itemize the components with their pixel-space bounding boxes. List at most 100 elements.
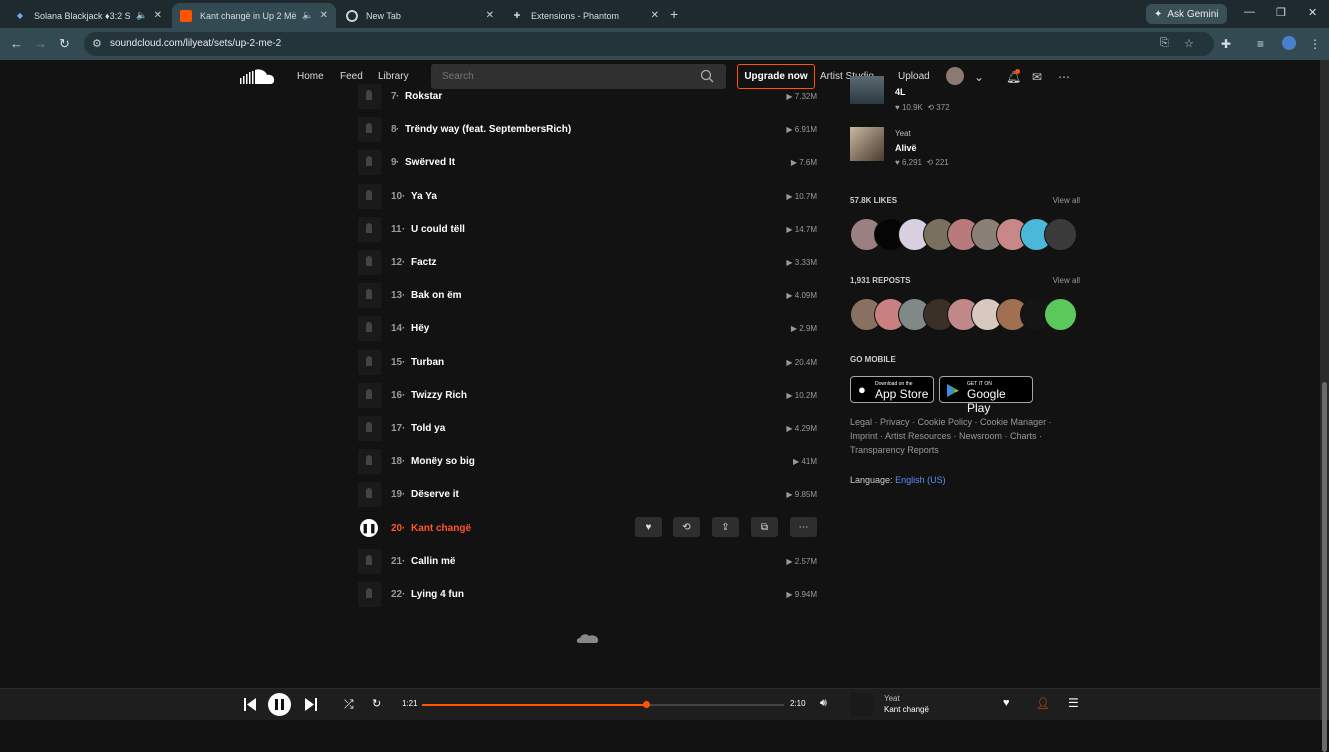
shuffle-icon[interactable]: ⤮ [344, 697, 354, 712]
more-options-icon[interactable]: ⋯ [790, 517, 817, 537]
track-artwork[interactable] [358, 482, 381, 507]
track-row[interactable]: 22 Lying 4 fun · ▶ 9.94M [355, 580, 820, 610]
close-icon[interactable]: ✕ [154, 10, 162, 21]
pause-button[interactable] [268, 693, 291, 716]
track-title[interactable]: Trëndy way (feat. SeptembersRich) [405, 124, 571, 135]
share-icon[interactable]: ⇪ [712, 517, 739, 537]
track-title[interactable]: Rokstar [405, 91, 442, 102]
site-info-icon[interactable]: ⚙ [92, 37, 102, 50]
progress-knob[interactable] [643, 701, 651, 708]
track-artwork[interactable] [358, 117, 381, 142]
track-row[interactable]: 16 Twizzy Rich · ▶ 10.2M [355, 381, 820, 411]
track-artwork[interactable] [358, 250, 381, 275]
soundcloud-logo[interactable] [240, 68, 276, 86]
track-row[interactable]: 21 Callin më · ▶ 2.57M [355, 547, 820, 577]
copy-link-icon[interactable]: ⧉ [751, 517, 778, 537]
track-row[interactable]: 7 Rokstar · ▶ 7.32M [355, 82, 820, 112]
track-artwork[interactable] [358, 383, 381, 408]
track-title[interactable]: Ya Ya [411, 191, 437, 202]
media-control-icon[interactable]: ≡ [1257, 37, 1264, 51]
track-row[interactable]: 15 Turban · ▶ 20.4M [355, 348, 820, 378]
messages-icon[interactable]: ✉ [1032, 70, 1042, 84]
browser-tab[interactable]: ◆ Solana Blackjack ♦3:2 SOL 🔈 ✕ [6, 3, 170, 28]
track-row[interactable]: 13 Bak on ëm · ▶ 4.09M [355, 281, 820, 311]
repost-icon[interactable]: ⟲ [673, 517, 700, 537]
chevron-down-icon[interactable]: ⌄ [974, 70, 984, 84]
track-artwork[interactable] [358, 84, 381, 109]
track-row[interactable]: 8 Trëndy way (feat. SeptembersRich) · ▶ 6.9… [355, 115, 820, 145]
track-title[interactable]: Factz [411, 257, 437, 268]
track-row[interactable]: 17 Told ya · ▶ 4.29M [355, 414, 820, 444]
track-artwork[interactable] [358, 217, 381, 242]
track-title[interactable]: Dëserve it [411, 489, 459, 500]
pause-icon[interactable]: ❚❚ [360, 519, 378, 537]
reposts-section-title[interactable]: 1,931 REPOSTS [850, 276, 910, 285]
track-title[interactable]: Told ya [411, 423, 445, 434]
profile-avatar[interactable] [1282, 36, 1296, 50]
track-row[interactable]: 9 Swërved It · ▶ 7.6M [355, 148, 820, 178]
track-title[interactable]: Lying 4 fun [411, 589, 464, 600]
url-text[interactable]: soundcloud.com/lilyeat/sets/up-2-me-2 [110, 38, 281, 49]
track-row-playing[interactable]: ❚❚ 20 Kant changë · ♥ ⟲ ⇪ ⧉ ⋯ [355, 514, 820, 544]
track-artwork[interactable] [358, 449, 381, 474]
likes-section-title[interactable]: 57.8K LIKES [850, 196, 897, 205]
back-icon[interactable]: ← [10, 36, 23, 51]
reload-icon[interactable]: ↻ [59, 36, 70, 52]
track-row[interactable]: 12 Factz · ▶ 3.33M [355, 248, 820, 278]
track-row[interactable]: 11 U could tëll · ▶ 14.7M [355, 215, 820, 245]
close-icon[interactable]: ✕ [320, 10, 328, 21]
track-row[interactable]: 19 Dëserve it · ▶ 9.85M [355, 480, 820, 510]
track-title[interactable]: Callin më [411, 556, 455, 567]
speaker-icon[interactable]: 🔈 [136, 10, 147, 21]
track-title[interactable]: Swërved It [405, 157, 455, 168]
nav-library[interactable]: Library [378, 71, 409, 82]
reposts-view-all-link[interactable]: View all [1053, 276, 1080, 285]
volume-icon[interactable]: 🔊︎ [820, 697, 827, 710]
scrollbar-thumb[interactable] [1322, 382, 1327, 752]
close-window-button[interactable]: ✕ [1308, 6, 1317, 19]
track-title[interactable]: Bak on ëm [411, 290, 462, 301]
now-playing-artist[interactable]: Yeat [884, 694, 900, 703]
like-heart-icon[interactable]: ♥ [635, 517, 662, 537]
app-store-badge[interactable]: ● Download on the App Store [850, 376, 934, 403]
nav-home[interactable]: Home [297, 71, 324, 82]
related-track-title[interactable]: 4L [895, 87, 906, 97]
track-row[interactable]: 10 Ya Ya · ▶ 10.7M [355, 182, 820, 212]
browser-tab[interactable]: New Tab ✕ [338, 3, 502, 28]
page-scrollbar[interactable] [1320, 60, 1329, 752]
menu-icon[interactable]: ⋮ [1309, 37, 1321, 51]
track-title[interactable]: Hëy [411, 323, 429, 334]
previous-track-icon[interactable] [244, 698, 256, 711]
avatar[interactable] [1044, 218, 1077, 251]
new-tab-button[interactable]: + [670, 6, 678, 22]
close-icon[interactable]: ✕ [486, 10, 494, 21]
track-artwork[interactable] [358, 283, 381, 308]
repeat-icon[interactable]: ↻ [372, 697, 381, 710]
track-artwork[interactable] [358, 184, 381, 209]
related-track-artist[interactable]: Yeat [895, 129, 911, 138]
now-playing-title[interactable]: Kant changë [884, 705, 929, 714]
track-artwork[interactable] [358, 150, 381, 175]
track-title[interactable]: Twizzy Rich [411, 390, 467, 401]
avatar[interactable] [1044, 298, 1077, 331]
nav-feed[interactable]: Feed [340, 71, 363, 82]
google-play-badge[interactable]: GET IT ON Google Play [939, 376, 1033, 415]
browser-tab[interactable]: ✚ Extensions - Phantom ✕ [503, 3, 667, 28]
ask-gemini-button[interactable]: ✦ Ask Gemini [1146, 4, 1227, 24]
language-link[interactable]: English (US) [895, 475, 946, 485]
next-track-icon[interactable] [305, 698, 317, 711]
track-artwork[interactable] [358, 549, 381, 574]
install-icon[interactable]: ⎘ [1160, 37, 1169, 50]
queue-icon[interactable]: ☰ [1068, 696, 1079, 710]
follow-user-icon[interactable]: 👤︎ [1036, 697, 1050, 710]
track-title[interactable]: Kant changë [411, 523, 471, 534]
track-title[interactable]: U could tëll [411, 224, 465, 235]
related-track-title[interactable]: Alivë [895, 143, 917, 153]
related-track-artwork[interactable] [850, 76, 884, 104]
forward-icon[interactable]: → [34, 36, 47, 51]
progress-bar[interactable] [422, 701, 784, 708]
maximize-button[interactable]: ❐ [1276, 6, 1286, 19]
like-heart-icon[interactable]: ♥ [1003, 697, 1010, 709]
nav-upload[interactable]: Upload [898, 71, 930, 82]
track-title[interactable]: Monëy so big [411, 456, 475, 467]
